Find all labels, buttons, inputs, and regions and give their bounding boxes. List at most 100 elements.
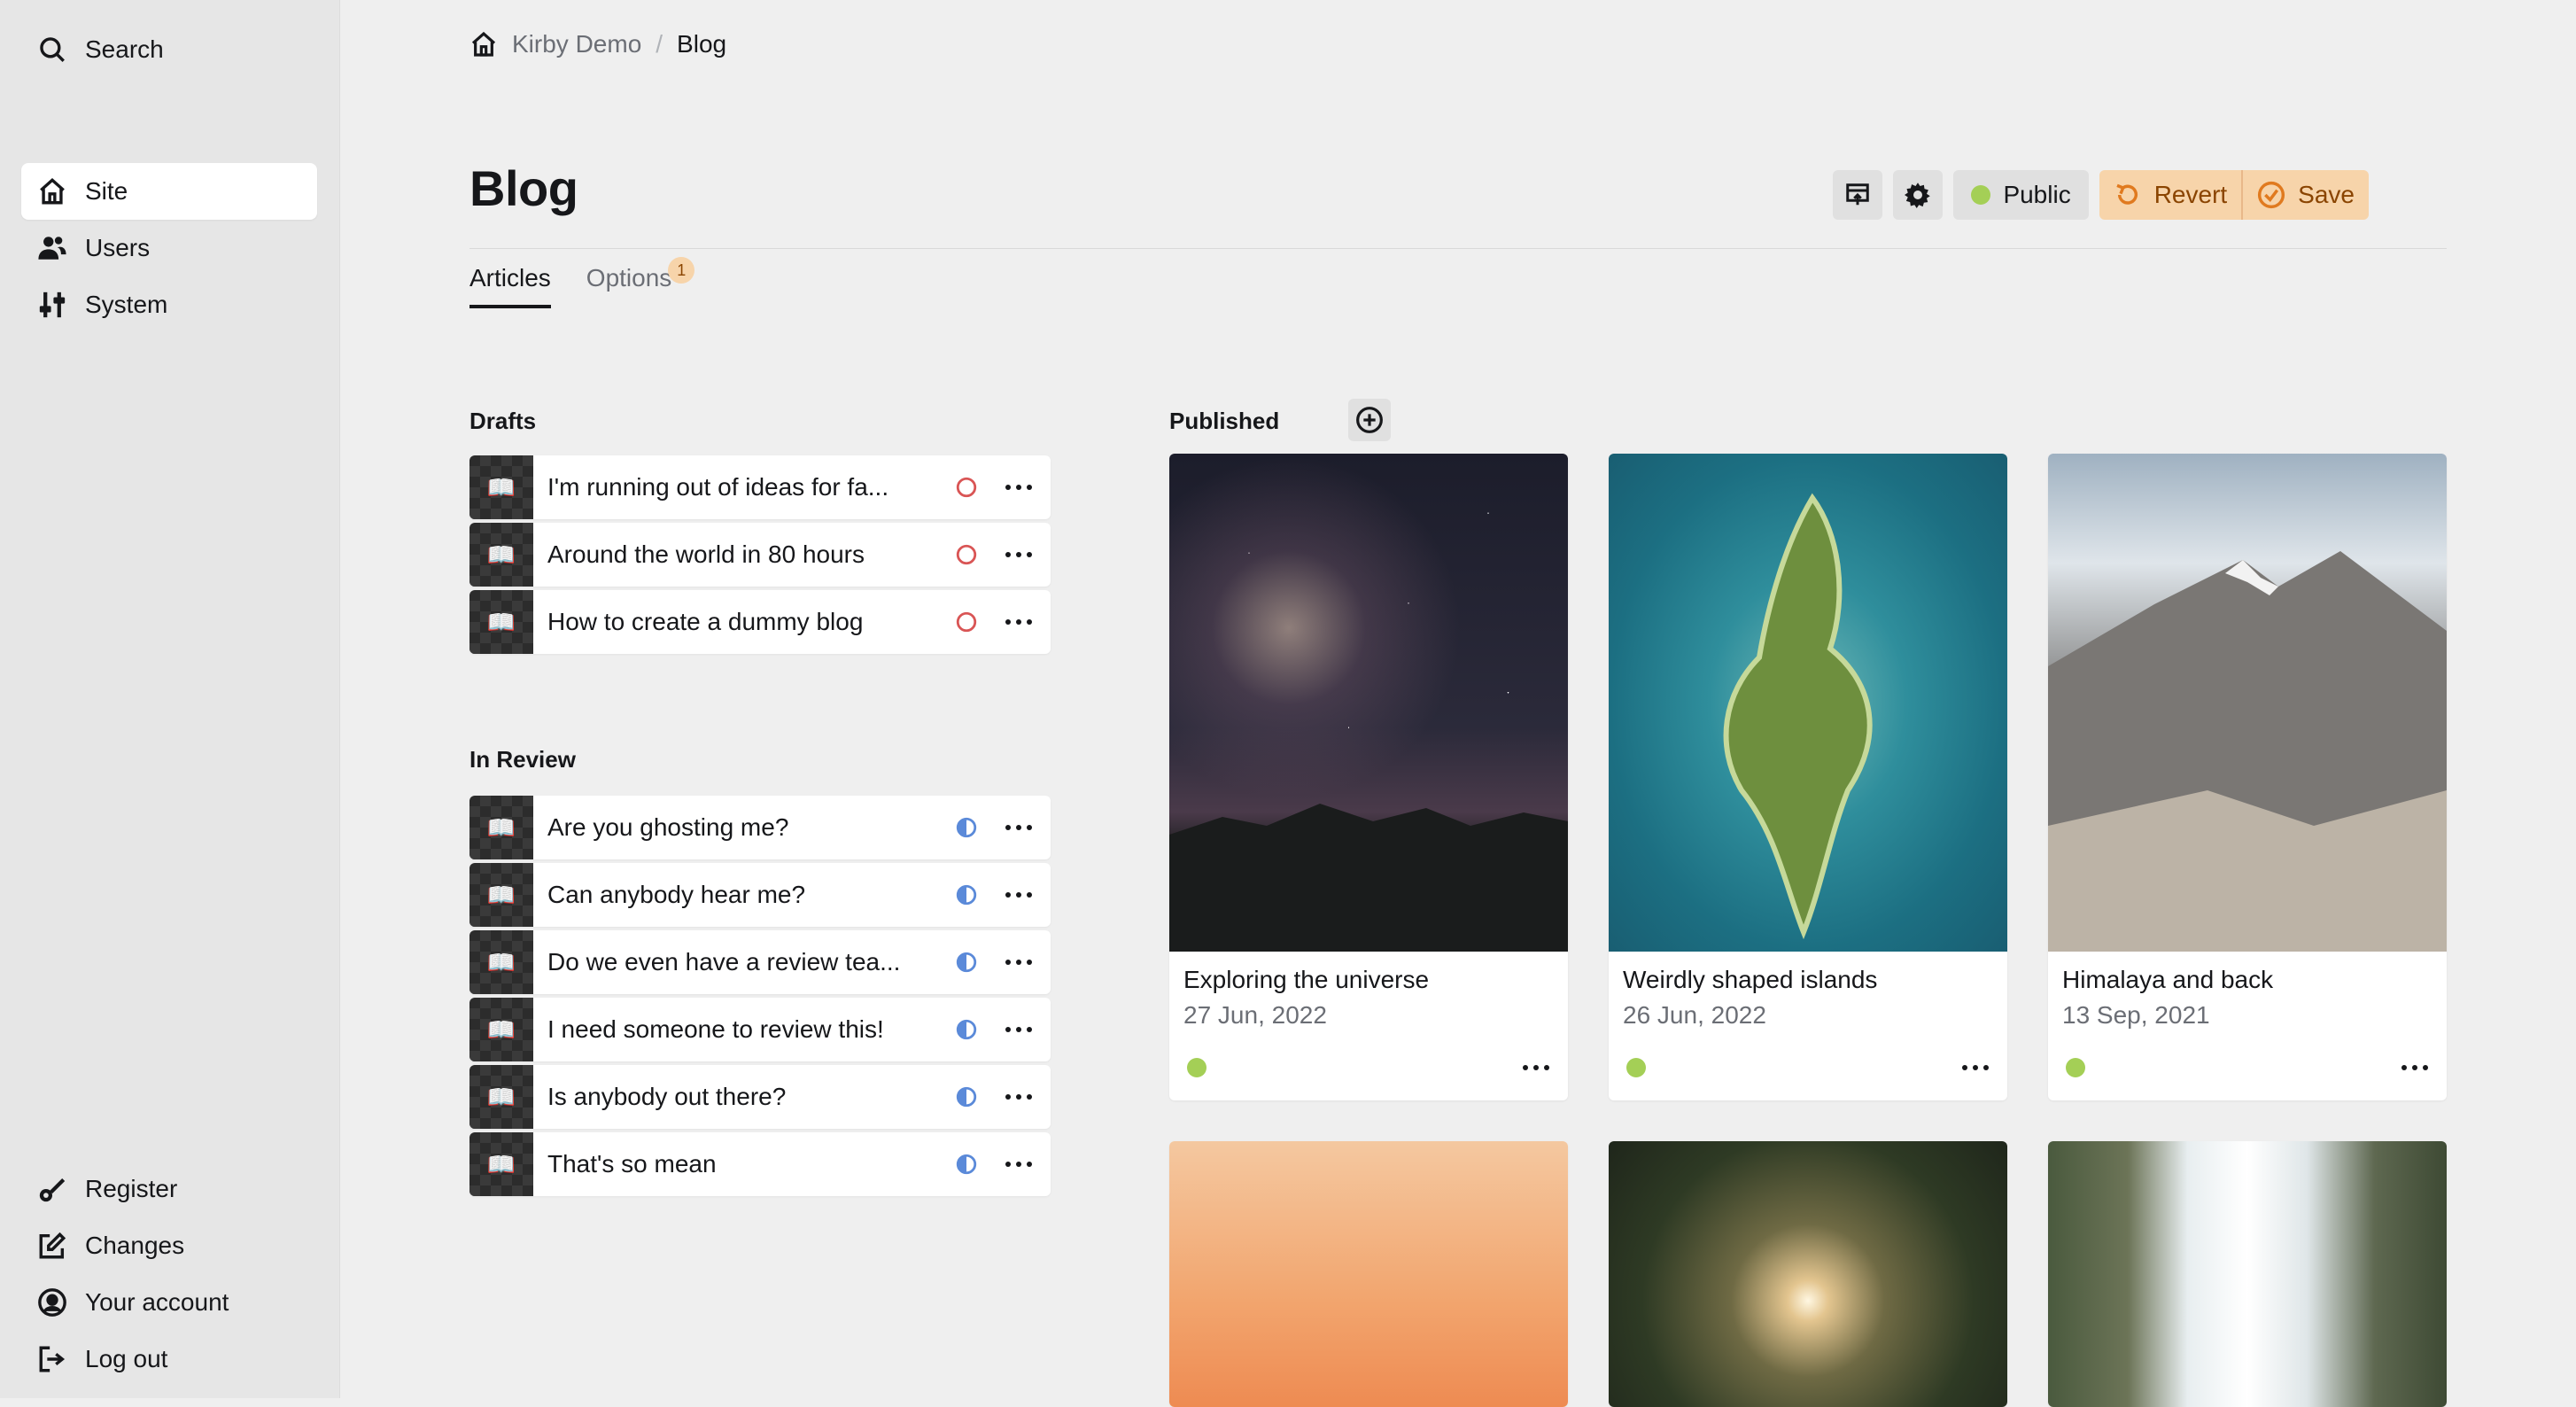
tab-articles[interactable]: Articles — [469, 264, 551, 308]
status-public-icon — [1971, 185, 1991, 205]
page-card[interactable]: Weirdly shaped islands 26 Jun, 2022 — [1609, 454, 2007, 1100]
list-item-title: Can anybody hear me? — [547, 881, 806, 908]
list-item-options-button[interactable] — [987, 1065, 1051, 1129]
card-title: Himalaya and back — [2062, 966, 2274, 993]
home-icon — [40, 177, 65, 205]
status-button[interactable] — [946, 455, 987, 519]
page-card[interactable]: Himalaya and back 13 Sep, 2021 — [2048, 454, 2447, 1100]
status-button[interactable] — [946, 523, 987, 587]
search-button[interactable]: Search — [21, 21, 317, 78]
island-shape — [1723, 493, 1873, 940]
book-icon: 📖 — [469, 796, 533, 859]
published-section-label: Published — [1169, 408, 1280, 434]
revert-button[interactable]: Revert — [2099, 170, 2241, 220]
status-button[interactable] — [946, 863, 987, 927]
page-card[interactable]: Exploring the universe 27 Jun, 2022 — [1169, 454, 1568, 1100]
status-public-icon[interactable] — [2066, 1058, 2085, 1077]
status-draft-icon — [956, 477, 977, 498]
card-title: Exploring the universe — [1183, 966, 1430, 993]
card-options-button[interactable] — [1944, 1047, 2007, 1088]
status-button[interactable] — [946, 796, 987, 859]
drafts-list: 📖 I'm running out of ideas for fa... 📖 Arou… — [469, 455, 1051, 657]
card-title: Weirdly shaped islands — [1623, 966, 1878, 993]
list-item[interactable]: 📖 Can anybody hear me? — [469, 863, 1051, 927]
header-divider — [469, 248, 2447, 249]
check-circle-icon — [2258, 181, 2285, 209]
status-button[interactable] — [946, 1132, 987, 1196]
card-options-button[interactable] — [1504, 1047, 1568, 1088]
status-button[interactable]: Public — [1953, 170, 2089, 220]
list-item-options-button[interactable] — [987, 930, 1051, 994]
page-card[interactable] — [1609, 1141, 2007, 1407]
tab-label: Options — [586, 264, 672, 292]
book-icon: 📖 — [469, 1132, 533, 1196]
card-date: 13 Sep, 2021 — [2062, 1001, 2210, 1029]
status-public-icon[interactable] — [1187, 1058, 1207, 1077]
sidebar-item-account[interactable]: Your account — [21, 1274, 317, 1331]
status-button[interactable] — [946, 590, 987, 654]
main-content: Kirby Demo / Blog Blog Public Revert Sav… — [340, 0, 2576, 1407]
key-icon — [39, 1178, 66, 1202]
list-item[interactable]: 📖 How to create a dummy blog — [469, 590, 1051, 654]
card-image-himalaya — [2048, 454, 2447, 952]
preview-button[interactable] — [1833, 170, 1883, 220]
list-item-options-button[interactable] — [987, 523, 1051, 587]
gear-icon — [1905, 183, 1931, 208]
card-options-button[interactable] — [2383, 1047, 2447, 1088]
sidebar-item-label: System — [85, 291, 168, 318]
open-preview-icon — [1846, 183, 1870, 206]
list-item[interactable]: 📖 I'm running out of ideas for fa... — [469, 455, 1051, 519]
list-item-options-button[interactable] — [987, 796, 1051, 859]
list-item[interactable]: 📖 I need someone to review this! — [469, 998, 1051, 1061]
card-date: 26 Jun, 2022 — [1623, 1001, 1766, 1029]
card-image-galaxy — [1169, 454, 1568, 952]
list-item[interactable]: 📖 Around the world in 80 hours — [469, 523, 1051, 587]
page-card[interactable] — [2048, 1141, 2447, 1407]
add-circle-icon — [1356, 407, 1383, 433]
list-item[interactable]: 📖 Are you ghosting me? — [469, 796, 1051, 859]
sidebar-item-register[interactable]: Register — [21, 1161, 317, 1217]
sidebar-item-label: Users — [85, 234, 151, 261]
status-unlisted-icon — [956, 884, 977, 906]
list-item-title: Around the world in 80 hours — [547, 540, 865, 568]
status-button[interactable] — [946, 930, 987, 994]
status-button[interactable] — [946, 998, 987, 1061]
status-unlisted-icon — [956, 1019, 977, 1040]
drafts-section-label: Drafts — [469, 408, 537, 434]
status-button[interactable] — [946, 1065, 987, 1129]
settings-sliders-icon — [39, 292, 66, 318]
in-review-list: 📖 Are you ghosting me? 📖 Can anybody hear m… — [469, 796, 1051, 1200]
add-draft-button[interactable] — [1348, 399, 1391, 441]
sidebar-item-users[interactable]: Users — [21, 220, 317, 276]
list-item-options-button[interactable] — [987, 998, 1051, 1061]
list-item[interactable]: 📖 Do we even have a review tea... — [469, 930, 1051, 994]
tabs: Articles Options 1 — [469, 257, 695, 308]
list-item[interactable]: 📖 That's so mean — [469, 1132, 1051, 1196]
published-cards: Exploring the universe 27 Jun, 2022 Weir… — [1169, 454, 2447, 1407]
sidebar-item-label: Site — [85, 177, 128, 205]
page-card[interactable] — [1169, 1141, 1568, 1407]
list-item-title: I'm running out of ideas for fa... — [547, 473, 889, 501]
save-button[interactable]: Save — [2241, 170, 2369, 220]
book-icon: 📖 — [469, 523, 533, 587]
sidebar-item-changes[interactable]: Changes — [21, 1217, 317, 1274]
sidebar-item-system[interactable]: System — [21, 276, 317, 333]
list-item[interactable]: 📖 Is anybody out there? — [469, 1065, 1051, 1129]
settings-button[interactable] — [1893, 170, 1944, 220]
status-public-icon[interactable] — [1626, 1058, 1646, 1077]
tab-options[interactable]: Options 1 — [586, 257, 695, 308]
list-item-title: That's so mean — [547, 1150, 717, 1178]
list-item-options-button[interactable] — [987, 590, 1051, 654]
card-image-waterfall — [2048, 1141, 2447, 1407]
list-item-options-button[interactable] — [987, 1132, 1051, 1196]
sidebar-item-site[interactable]: Site — [21, 163, 317, 220]
list-item-options-button[interactable] — [987, 863, 1051, 927]
book-icon: 📖 — [469, 863, 533, 927]
list-item-options-button[interactable] — [987, 455, 1051, 519]
home-icon[interactable] — [469, 30, 498, 58]
breadcrumb-site-link[interactable]: Kirby Demo — [512, 30, 641, 58]
card-date: 27 Jun, 2022 — [1183, 1001, 1327, 1029]
sidebar-item-logout[interactable]: Log out — [21, 1331, 317, 1388]
breadcrumb-current[interactable]: Blog — [677, 30, 726, 58]
list-item-title: Do we even have a review tea... — [547, 948, 901, 976]
